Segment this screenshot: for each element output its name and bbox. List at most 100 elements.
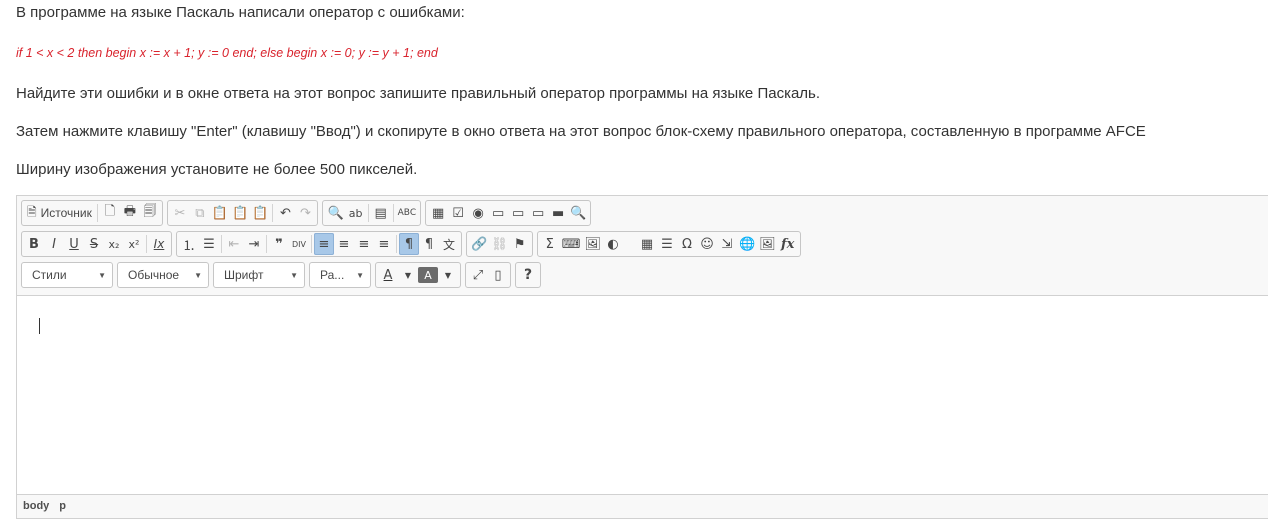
checkbox-icon[interactable]: ☑ [448, 202, 468, 224]
select-field-icon[interactable]: ▭ [528, 202, 548, 224]
replace-icon[interactable]: ab [346, 202, 366, 224]
link-icon[interactable]: 🔗 [469, 233, 489, 255]
separator [392, 204, 394, 222]
path-body[interactable]: body [23, 500, 49, 512]
ltr-icon[interactable]: ¶ [399, 233, 419, 255]
text-cursor [39, 318, 40, 334]
chevron-down-icon: ▼ [356, 270, 364, 280]
editing-group: 🔍 ab ▤ ABC [322, 200, 422, 226]
maximize-icon[interactable]: ⤢ [468, 264, 488, 286]
separator [272, 204, 274, 222]
image-2-icon[interactable]: 🖼 [757, 233, 778, 255]
align-right-icon[interactable]: ≡ [354, 233, 374, 255]
bulleted-list-icon[interactable]: ☰ [199, 233, 219, 255]
path-p[interactable]: p [59, 500, 66, 512]
justify-icon[interactable]: ≡ [374, 233, 394, 255]
select-all-icon[interactable]: ▤ [371, 202, 391, 224]
new-page-icon[interactable]: 🗋 [100, 202, 120, 224]
font-dropdown[interactable]: Шрифт ▼ [213, 262, 305, 288]
styles-dropdown[interactable]: Стили ▼ [21, 262, 113, 288]
templates-icon[interactable]: 🗐 [140, 202, 160, 224]
document-group: 🗎 Источник 🗋 🖶 🗐 [21, 200, 163, 226]
question-line-2: Найдите эти ошибки и в окне ответа на эт… [16, 85, 821, 102]
bold-button[interactable]: B [24, 233, 44, 255]
paragraph-group: ⒈ ☰ ⇤ ⇥ ❞ DIV ≡ ≡ ≡ ≡ ¶ ¶ 文 [176, 231, 462, 257]
links-group: 🔗 ⛓ ⚑ [466, 231, 533, 257]
language-icon[interactable]: 文 [439, 233, 459, 255]
numbered-list-icon[interactable]: ⒈ [179, 233, 199, 255]
radio-icon[interactable]: ◉ [468, 202, 488, 224]
chevron-down-icon: ▼ [290, 270, 298, 280]
separator [311, 235, 312, 253]
anchor-icon[interactable]: ⚑ [510, 233, 530, 255]
horizontal-rule-icon[interactable]: ☰ [657, 233, 677, 255]
toolbar-row-1: 🗎 Источник 🗋 🖶 🗐 ✂ ⧉ 📋 📋 📋 ↶ ↷ 🔍 ab ▤ AB… [21, 200, 592, 226]
about-group: ? [515, 262, 541, 288]
toolbar-row-2: B I U S x₂ x² Ix ⒈ ☰ ⇤ ⇥ ❞ DIV ≡ ≡ ≡ ≡ ¶… [21, 231, 801, 257]
font-label: Шрифт [224, 268, 264, 282]
formula-icon[interactable]: fx [778, 233, 798, 255]
format-dropdown[interactable]: Обычное ▼ [117, 262, 209, 288]
paste-text-icon[interactable]: 📋 [230, 202, 250, 224]
superscript-button[interactable]: x² [124, 233, 144, 255]
page-break-icon[interactable]: ⇲ [717, 233, 737, 255]
outdent-icon[interactable]: ⇤ [224, 233, 244, 255]
rtl-icon[interactable]: ¶ [419, 233, 439, 255]
form-icon[interactable]: ▦ [428, 202, 448, 224]
element-path-bar: body p [23, 500, 66, 512]
special-char-icon[interactable]: Ω [677, 233, 697, 255]
image-icon[interactable]: 🖼 [582, 233, 603, 255]
question-line-4: Ширину изображения установите не более 5… [16, 161, 418, 178]
smiley-icon[interactable]: ☺ [697, 233, 717, 255]
format-label: Обычное [128, 268, 180, 282]
undo-icon[interactable]: ↶ [275, 202, 295, 224]
copy-icon[interactable]: ⧉ [190, 202, 210, 224]
colors-group: A ▼ A ▼ [375, 262, 461, 288]
image-button-icon[interactable]: 🔍 [568, 202, 588, 224]
source-label: Источник [40, 206, 92, 220]
code-snippet-icon[interactable]: ⌨ [560, 233, 583, 255]
iframe-icon[interactable]: 🌐 [737, 233, 757, 255]
source-button[interactable]: 🗎 Источник [24, 202, 95, 224]
show-blocks-icon[interactable]: ▯ [488, 264, 508, 286]
basic-styles-group: B I U S x₂ x² Ix [21, 231, 172, 257]
text-field-icon[interactable]: ▭ [488, 202, 508, 224]
question-line-1: В программе на языке Паскаль написали оп… [16, 4, 465, 21]
bg-color-icon[interactable]: A [418, 267, 438, 283]
remove-format-button[interactable]: Ix [149, 233, 169, 255]
underline-button[interactable]: U [64, 233, 84, 255]
paste-word-icon[interactable]: 📋 [250, 202, 270, 224]
blockquote-icon[interactable]: ❞ [269, 233, 289, 255]
separator [396, 235, 397, 253]
unlink-icon[interactable]: ⛓ [489, 233, 510, 255]
separator [266, 235, 267, 253]
flash-icon[interactable]: ◐ [603, 233, 623, 255]
button-field-icon[interactable]: ▬ [548, 202, 568, 224]
strike-button[interactable]: S [84, 233, 104, 255]
question-line-3: Затем нажмите клавишу "Enter" (клавишу "… [16, 123, 1146, 140]
separator [146, 235, 147, 253]
chevron-down-icon[interactable]: ▼ [398, 264, 418, 286]
cut-icon[interactable]: ✂ [170, 202, 190, 224]
print-icon[interactable]: 🖶 [120, 202, 140, 224]
redo-icon[interactable]: ↷ [295, 202, 315, 224]
chevron-down-icon[interactable]: ▼ [438, 264, 458, 286]
editor-content-area[interactable] [17, 295, 1268, 495]
align-left-icon[interactable]: ≡ [314, 233, 334, 255]
indent-icon[interactable]: ⇥ [244, 233, 264, 255]
clipboard-group: ✂ ⧉ 📋 📋 📋 ↶ ↷ [166, 200, 319, 226]
text-color-icon[interactable]: A [378, 264, 398, 286]
div-container-icon[interactable]: DIV [289, 233, 309, 255]
textarea-icon[interactable]: ▭ [508, 202, 528, 224]
separator [221, 235, 222, 253]
paste-icon[interactable]: 📋 [210, 202, 230, 224]
sum-icon[interactable]: Σ [540, 233, 560, 255]
spellcheck-icon[interactable]: ABC [396, 202, 418, 224]
help-icon[interactable]: ? [518, 264, 538, 286]
italic-button[interactable]: I [44, 233, 64, 255]
find-icon[interactable]: 🔍 [325, 202, 345, 224]
align-center-icon[interactable]: ≡ [334, 233, 354, 255]
table-icon[interactable]: ▦ [637, 233, 657, 255]
subscript-button[interactable]: x₂ [104, 233, 124, 255]
size-dropdown[interactable]: Ра... ▼ [309, 262, 371, 288]
